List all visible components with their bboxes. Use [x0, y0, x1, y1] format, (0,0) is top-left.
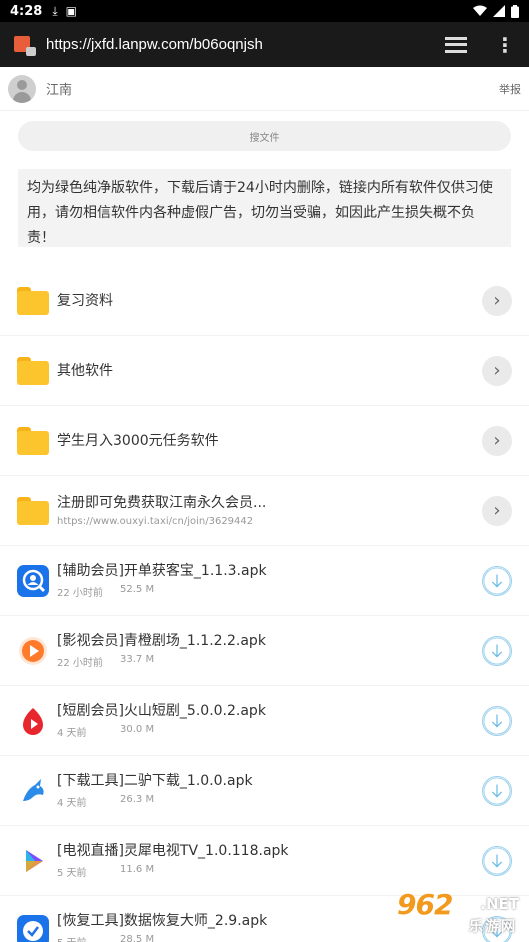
notice-box: 均为绿色纯净版软件，下载后请于24小时内删除，链接内所有软件仅供习使用，请勿相信…: [18, 169, 511, 247]
chevron-right-icon[interactable]: ›: [482, 495, 512, 526]
play-orange-app-icon: [19, 636, 47, 665]
play-color-app-icon: [26, 849, 43, 872]
file-time: 4 天前: [57, 798, 87, 809]
download-button[interactable]: [482, 775, 512, 806]
username: 江南: [46, 83, 73, 98]
file-size: 52.5 M: [120, 584, 155, 595]
file-row[interactable]: [电视直播]灵犀电视TV_1.0.118.apk 5 天前 11.6 M: [0, 826, 529, 896]
share-header: 江南 举报: [0, 67, 529, 111]
folder-row[interactable]: 其他软件 ›: [0, 336, 529, 406]
folder-name: 其他软件: [57, 362, 113, 379]
more-menu-icon[interactable]: ⋮: [495, 35, 515, 55]
search-input[interactable]: 搜文件: [18, 121, 511, 151]
file-row[interactable]: [下载工具]二驴下载_1.0.0.apk 4 天前 26.3 M: [0, 756, 529, 826]
app-notification-icon: ▣: [65, 4, 77, 18]
folder-row[interactable]: 学生月入3000元任务软件 ›: [0, 406, 529, 476]
folder-description: https://www.ouxyi.taxi/cn/join/3629442: [57, 516, 254, 527]
download-button[interactable]: [482, 705, 512, 736]
status-bar: 4:28 ⤓ ▣: [0, 0, 529, 22]
status-time: 4:28: [10, 3, 43, 19]
chevron-right-icon[interactable]: ›: [482, 355, 512, 386]
folder-icon: [17, 286, 49, 315]
site-watermark: 962 .NET 乐游网: [395, 888, 523, 940]
folder-name: 复习资料: [57, 292, 113, 309]
file-list: 复习资料 › 其他软件 › 学生月入3000元任务软件 › 注册即可免费获取江南…: [0, 266, 529, 942]
volcano-app-icon: [23, 707, 43, 735]
check-shield-app-icon: [17, 914, 49, 942]
file-size: 30.0 M: [120, 724, 155, 735]
folder-icon: [17, 356, 49, 385]
file-size: 11.6 M: [120, 864, 155, 875]
download-button[interactable]: [482, 845, 512, 876]
watermark-net: .NET: [480, 895, 519, 913]
file-row[interactable]: [辅助会员]开单获客宝_1.1.3.apk 22 小时前 52.5 M: [0, 546, 529, 616]
file-name: [电视直播]灵犀电视TV_1.0.118.apk: [57, 843, 289, 859]
user-search-app-icon: [17, 564, 49, 597]
file-name: [影视会员]青橙剧场_1.1.2.2.apk: [57, 633, 266, 649]
file-name: [辅助会员]开单获客宝_1.1.3.apk: [57, 563, 267, 579]
download-button[interactable]: [482, 635, 512, 666]
folder-name: 注册即可免费获取江南永久会员...: [57, 495, 267, 511]
file-name: [恢复工具]数据恢复大师_2.9.apk: [57, 913, 268, 929]
site-info-icon[interactable]: [14, 34, 36, 56]
file-name: [短剧会员]火山短剧_5.0.0.2.apk: [57, 703, 266, 719]
tabs-icon[interactable]: [445, 36, 467, 53]
report-link[interactable]: 举报: [499, 81, 521, 97]
battery-icon: [511, 4, 519, 18]
file-time: 22 小时前: [57, 658, 103, 669]
file-name: [下载工具]二驴下载_1.0.0.apk: [57, 773, 253, 789]
chevron-right-icon[interactable]: ›: [482, 285, 512, 316]
search-placeholder: 搜文件: [249, 132, 280, 144]
notice-text: 均为绿色纯净版软件，下载后请于24小时内删除，链接内所有软件仅供习使用，请勿相信…: [27, 180, 493, 246]
file-row[interactable]: [影视会员]青橙剧场_1.1.2.2.apk 22 小时前 33.7 M: [0, 616, 529, 686]
file-size: 28.5 M: [120, 934, 155, 942]
file-time: 5 天前: [57, 934, 120, 942]
file-time: 5 天前: [57, 868, 87, 879]
signal-icon: [493, 5, 505, 17]
avatar: [8, 74, 36, 103]
file-row[interactable]: [短剧会员]火山短剧_5.0.0.2.apk 4 天前 30.0 M: [0, 686, 529, 756]
download-button[interactable]: [482, 565, 512, 596]
file-size: 26.3 M: [120, 794, 155, 805]
folder-row[interactable]: 注册即可免费获取江南永久会员... https://www.ouxyi.taxi…: [0, 476, 529, 546]
download-icon: ⤓: [52, 3, 58, 18]
folder-name: 学生月入3000元任务软件: [57, 432, 219, 449]
folder-icon: [17, 496, 49, 525]
file-time: 22 小时前: [57, 588, 103, 599]
watermark-number: 962: [397, 888, 453, 921]
folder-row[interactable]: 复习资料 ›: [0, 266, 529, 336]
donkey-app-icon: [23, 778, 44, 801]
folder-icon: [17, 426, 49, 455]
browser-toolbar: https://jxfd.lanpw.com/b06oqnjsh ⋮: [0, 22, 529, 67]
file-time: 4 天前: [57, 728, 87, 739]
file-size: 33.7 M: [120, 654, 155, 665]
url-bar[interactable]: https://jxfd.lanpw.com/b06oqnjsh: [46, 36, 445, 53]
chevron-right-icon[interactable]: ›: [482, 425, 512, 456]
wifi-icon: [473, 5, 487, 16]
watermark-cn: 乐游网: [469, 919, 517, 935]
